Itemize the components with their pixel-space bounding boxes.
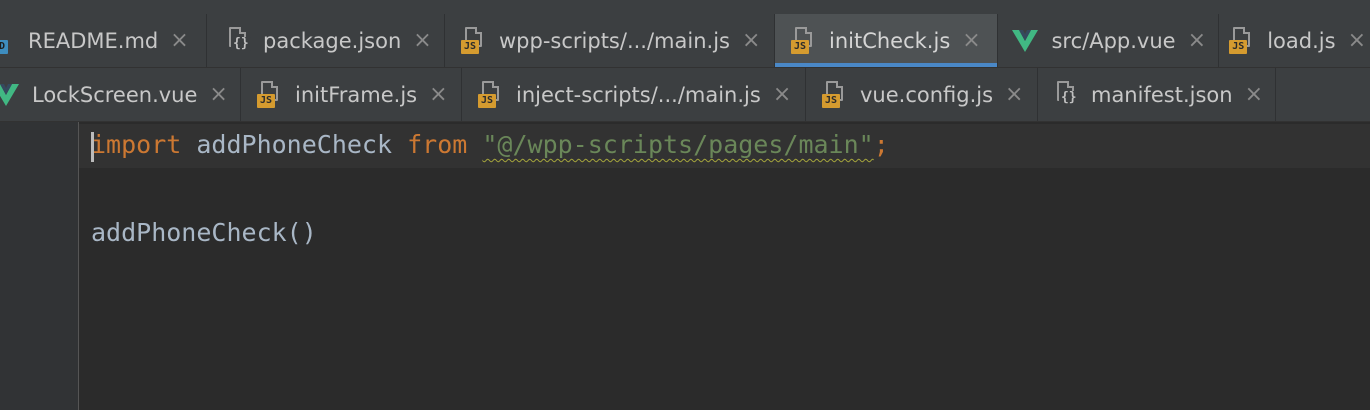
close-icon[interactable]: × (773, 83, 791, 106)
keyword-import: import (91, 130, 182, 159)
close-icon[interactable]: × (170, 29, 188, 52)
tab-label: manifest.json (1090, 82, 1233, 107)
close-icon[interactable]: × (429, 83, 447, 106)
js-file-icon: JS (1229, 26, 1255, 55)
tab-label: inject-scripts/.../main.js (516, 82, 761, 107)
tab-label: initFrame.js (295, 82, 418, 107)
tab-manifest-json[interactable]: {} manifest.json × (1038, 68, 1276, 121)
js-file-icon: JS (461, 26, 487, 55)
tab-lockscreen-vue[interactable]: LockScreen.vue × (0, 68, 241, 121)
js-file-icon: JS (257, 80, 283, 109)
tab-bar-row-1: MD README.md × {} package.json × JS wpp-… (0, 14, 1370, 68)
semicolon: ; (873, 130, 889, 159)
identifier: addPhoneCheck (181, 130, 408, 159)
code-editor[interactable]: import addPhoneCheck from "@/wpp-scripts… (0, 122, 1370, 410)
close-icon[interactable]: × (1005, 83, 1023, 106)
md-file-icon: MD (0, 27, 16, 55)
close-icon[interactable]: × (1348, 29, 1366, 52)
js-file-icon: JS (478, 80, 504, 109)
tab-app-vue[interactable]: src/App.vue × (998, 14, 1219, 67)
tab-label: vue.config.js (860, 82, 994, 107)
tab-label: src/App.vue (1051, 28, 1176, 53)
text-caret (91, 132, 94, 162)
tab-inject-scripts-main[interactable]: JS inject-scripts/.../main.js × (462, 68, 806, 121)
js-file-icon: JS (822, 80, 848, 109)
close-icon[interactable]: × (962, 29, 980, 52)
close-icon[interactable]: × (209, 83, 227, 106)
code-line-1[interactable]: import addPhoneCheck from "@/wpp-scripts… (91, 130, 889, 159)
tab-bar-top-strip (0, 0, 1370, 15)
keyword-from: from (407, 130, 468, 159)
close-icon[interactable]: × (1188, 29, 1206, 52)
editor-gutter[interactable] (0, 122, 79, 410)
tab-wpp-scripts-main[interactable]: JS wpp-scripts/.../main.js × (445, 14, 775, 67)
import-path-string: "@/wpp-scripts/pages/main" (482, 130, 874, 159)
tab-package-json[interactable]: {} package.json × (207, 14, 445, 67)
tab-initcheck[interactable]: JS initCheck.js × (775, 14, 998, 67)
tab-label: README.md (28, 28, 159, 53)
json-file-icon: {} (225, 26, 251, 55)
code-line-3[interactable]: addPhoneCheck() (91, 218, 317, 247)
tab-label: package.json (263, 28, 402, 53)
vue-file-icon (1012, 29, 1039, 52)
tab-bar-row-2: LockScreen.vue × JS initFrame.js × JS in… (0, 68, 1370, 122)
tab-label: load.js (1267, 28, 1336, 53)
tab-initframe[interactable]: JS initFrame.js × (241, 68, 462, 121)
js-file-icon: JS (791, 26, 817, 55)
tab-readme[interactable]: MD README.md × (0, 14, 207, 67)
tab-load-js[interactable]: JS load.js × (1219, 14, 1370, 67)
close-icon[interactable]: × (742, 29, 760, 52)
tab-label: LockScreen.vue (32, 82, 198, 107)
json-file-icon: {} (1053, 80, 1079, 109)
close-icon[interactable]: × (1245, 83, 1263, 106)
vue-file-icon (0, 83, 19, 106)
tab-vue-config[interactable]: JS vue.config.js × (806, 68, 1038, 121)
tab-label: initCheck.js (829, 28, 951, 53)
close-icon[interactable]: × (413, 29, 431, 52)
tab-label: wpp-scripts/.../main.js (499, 28, 730, 53)
